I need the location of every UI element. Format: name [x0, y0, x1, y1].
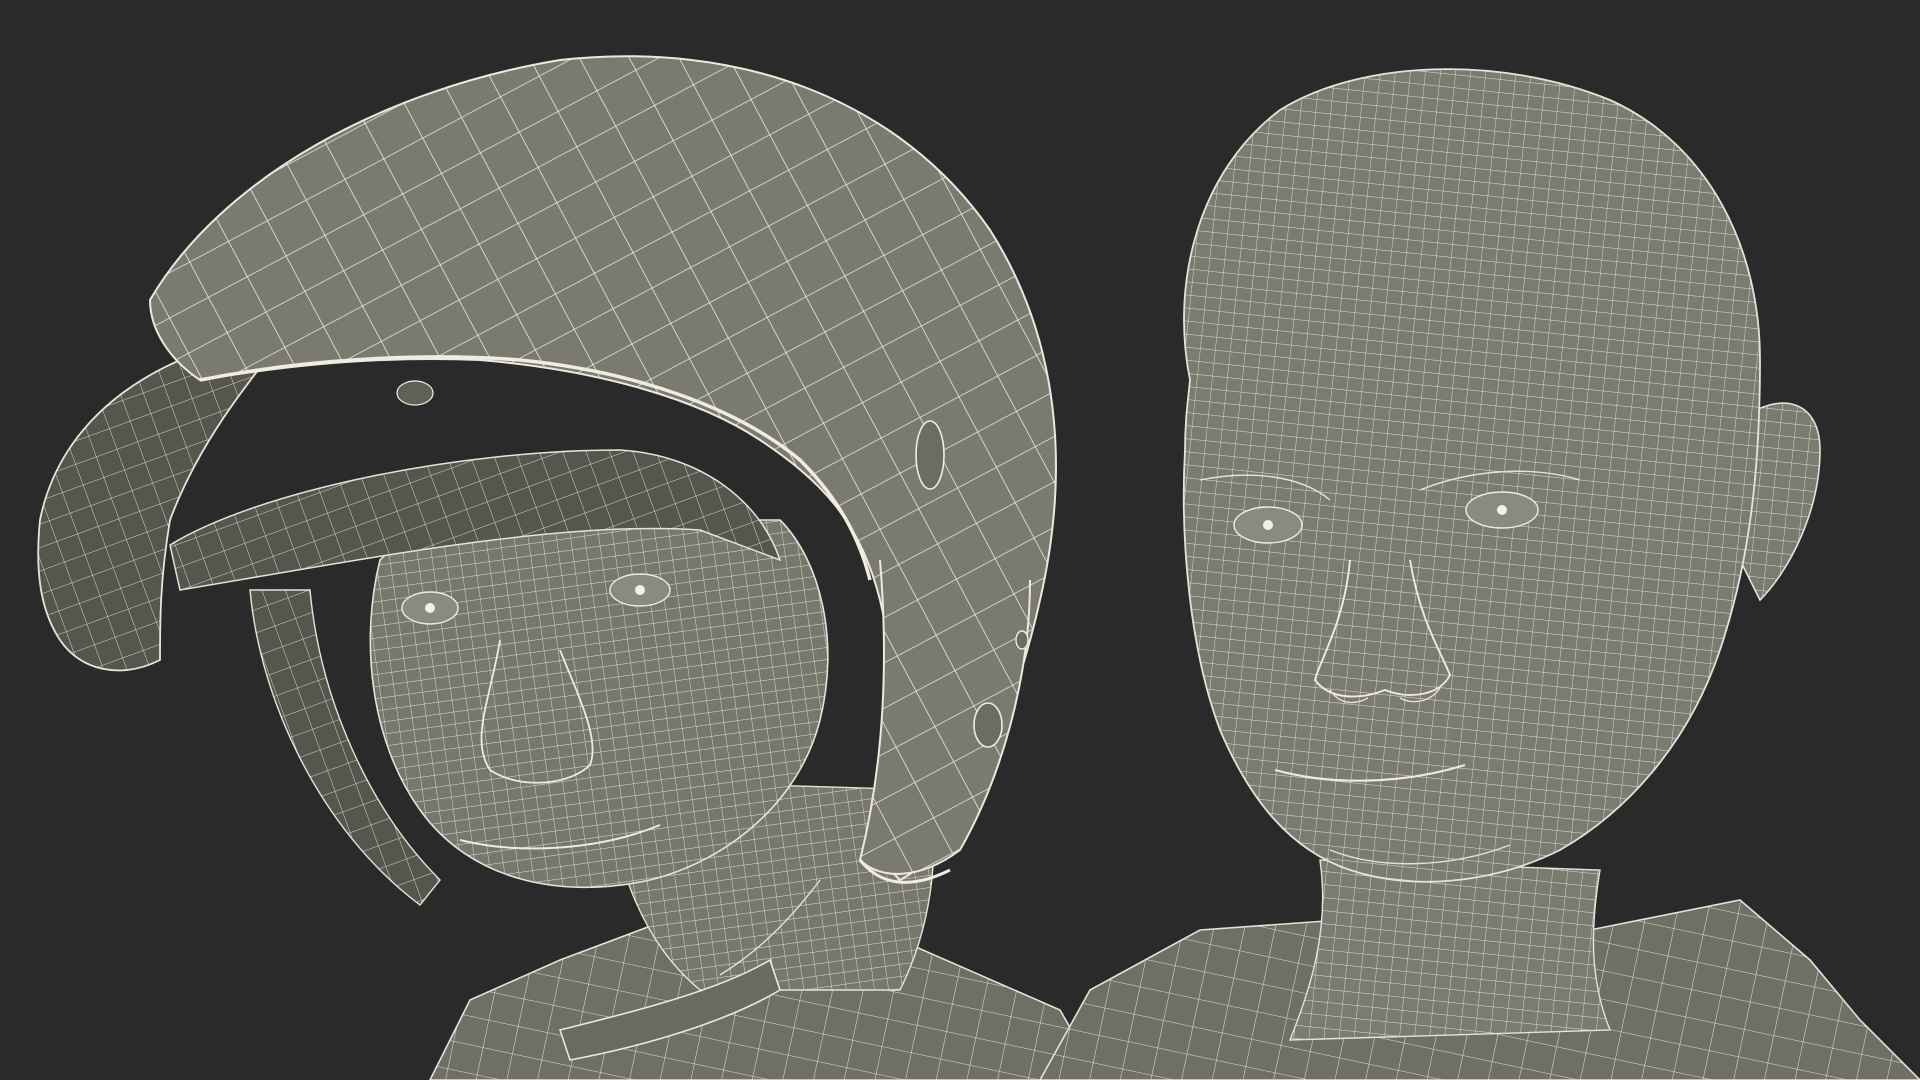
- helmet-side-edge: [858, 559, 1031, 875]
- helmet-rivet-mid: [1015, 630, 1029, 650]
- wireframe-render: [37, 55, 1920, 1080]
- helmet-rivet-low: [973, 702, 1003, 748]
- right-neck: [1288, 859, 1612, 1041]
- helmet-rivet-top: [915, 420, 945, 490]
- helmet-visor: [37, 328, 293, 672]
- left-figure: [37, 55, 1101, 1080]
- render-viewport: [0, 0, 1920, 1080]
- right-figure: [1039, 68, 1920, 1080]
- helmet-inner-rivet: [396, 380, 434, 406]
